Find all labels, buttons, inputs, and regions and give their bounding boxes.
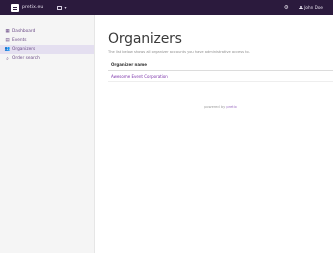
user-menu[interactable]: John Doe xyxy=(298,5,323,10)
footer-text: powered by xyxy=(204,104,226,109)
page-title: Organizers xyxy=(108,31,182,47)
caret-down-icon: ▾ xyxy=(64,5,67,10)
event-switcher-dropdown[interactable]: ▾ xyxy=(57,5,66,10)
brand-name: pretix.eu xyxy=(22,5,44,10)
sidebar-item-organizers[interactable]: 👥 Organizers xyxy=(0,45,94,54)
sidebar-item-label: Events xyxy=(12,38,27,43)
users-icon: 👥 xyxy=(4,47,11,52)
column-header-organizer-name: Organizer name xyxy=(108,60,333,71)
gear-icon[interactable]: ⚙ xyxy=(284,5,289,11)
table-row[interactable]: Awesome Event Corporation xyxy=(108,71,333,82)
sidebar-item-order-search[interactable]: ⌕ Order search xyxy=(0,54,94,63)
calendar-icon xyxy=(57,5,63,10)
pretix-logo-icon xyxy=(11,3,19,12)
main-content: Organizers The list below shows all orga… xyxy=(108,15,333,109)
user-name: John Doe xyxy=(304,5,323,10)
sidebar-item-dashboard[interactable]: ▦ Dashboard xyxy=(0,27,94,36)
sidebar-item-label: Dashboard xyxy=(12,29,36,34)
footer-pretix-link[interactable]: pretix xyxy=(226,105,236,109)
search-icon: ⌕ xyxy=(6,56,9,62)
footer: powered by pretix xyxy=(108,105,333,109)
topbar-right: ⚙ John Doe xyxy=(284,5,323,11)
sidebar-item-label: Order search xyxy=(12,56,40,61)
page-subtitle: The list below shows all organizer accou… xyxy=(108,50,250,54)
calendar-icon: ▤ xyxy=(5,38,10,43)
organizers-table: Organizer name Awesome Event Corporation xyxy=(108,60,333,82)
organizer-link[interactable]: Awesome Event Corporation xyxy=(111,74,168,79)
sidebar: ▦ Dashboard ▤ Events 👥 Organizers ⌕ Orde… xyxy=(0,15,95,253)
sidebar-item-events[interactable]: ▤ Events xyxy=(0,36,94,45)
top-navbar: pretix.eu ▾ ⚙ John Doe xyxy=(0,0,333,15)
sidebar-item-label: Organizers xyxy=(12,47,36,52)
brand-link[interactable]: pretix.eu xyxy=(11,0,43,15)
dashboard-icon: ▦ xyxy=(5,29,10,34)
user-icon xyxy=(298,5,303,10)
